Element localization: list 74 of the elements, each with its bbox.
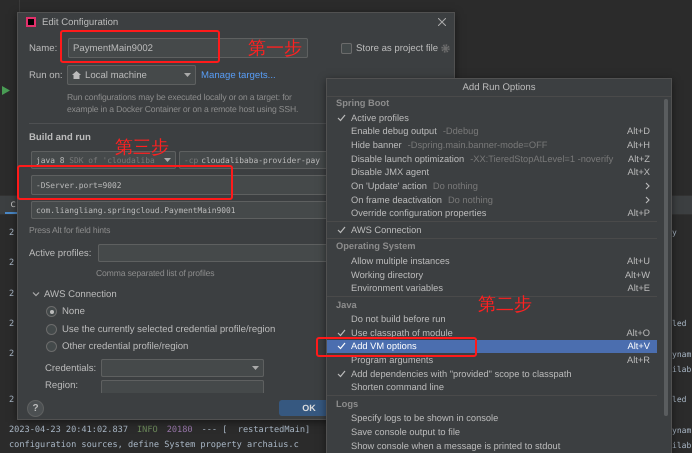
hint-text: Run configurations may be executed locally or on a target: for example in a Docker Container or on a remote host using SSH. <box>67 91 298 115</box>
radio-label: Other credential profile/region <box>62 341 188 352</box>
annotation-label: 第一步 <box>248 37 302 60</box>
log-text: led <box>672 319 688 328</box>
field-label: Run on: <box>29 70 64 80</box>
log-text: 20180 <box>166 425 193 436</box>
log-text: 2023-04-23 20:41:02.837 <box>9 425 128 436</box>
dropdown-caret-icon <box>252 366 259 370</box>
log-text: ynam <box>672 350 692 359</box>
field-label: Active profiles: <box>29 248 92 258</box>
menu-item[interactable]: Shorten command line <box>327 380 657 394</box>
field-label: Region: <box>45 380 80 391</box>
group-header: Java <box>335 298 357 312</box>
checkbox-label: Store as project file <box>356 42 438 54</box>
log-text: 2 <box>9 228 14 238</box>
menu-item[interactable]: Show console when a message is printed to stdout <box>327 438 657 452</box>
radio-button[interactable] <box>46 324 57 335</box>
log-text: 2 <box>9 318 14 329</box>
dropdown-value: Local machine <box>85 70 147 80</box>
hint-text: Press Alt for field hints <box>29 224 110 236</box>
menu-item[interactable]: On frame deactivation Do nothing <box>327 192 657 206</box>
menu-item[interactable]: Environment variables Alt+E <box>327 282 657 296</box>
menu-item[interactable]: Active profiles <box>327 110 657 124</box>
dropdown-caret-icon <box>164 158 171 162</box>
dropdown-caret-icon <box>184 73 191 77</box>
group-header: Spring Boot <box>335 97 390 110</box>
hint-text: Comma separated list of profiles <box>96 267 214 279</box>
radio-label: None <box>62 306 85 318</box>
close-icon[interactable] <box>438 18 446 26</box>
group-title: AWS Connection <box>44 288 117 300</box>
log-text: INFO <box>137 425 158 436</box>
field-label: Credentials: <box>45 362 98 374</box>
menu-item[interactable]: Save console output to file <box>327 425 657 439</box>
radio-button[interactable] <box>46 341 57 352</box>
log-text: y <box>672 228 678 238</box>
active-profiles-field[interactable] <box>98 244 328 262</box>
log-text: 2 <box>9 349 14 360</box>
log-text: ynam <box>672 426 692 435</box>
log-text: 2 <box>9 258 14 268</box>
gear-icon[interactable] <box>441 44 450 52</box>
menu-item[interactable]: Enable debug output -Ddebug Alt+D <box>327 124 657 138</box>
log-text: --- [ restartedMain] <box>202 425 310 436</box>
log-text: ilab <box>672 364 692 374</box>
menu-item[interactable]: Override configuration properties Alt+P <box>327 206 657 220</box>
menu-item[interactable]: Add dependencies with "provided" scope to classpath <box>327 366 657 381</box>
radio-button[interactable] <box>46 306 57 318</box>
window-title: Edit Configuration <box>42 16 120 28</box>
popup-title: Add Run Options <box>327 79 671 97</box>
menu-item[interactable]: On 'Update' action Do nothing <box>327 179 657 193</box>
menu-item[interactable]: Add VM options Alt+V <box>327 340 657 354</box>
menu-item[interactable]: AWS Connection <box>327 223 657 238</box>
chevron-icon[interactable] <box>32 290 40 298</box>
credentials-dropdown[interactable] <box>101 359 264 377</box>
log-text: configuration sources, define System property archaius.c <box>9 440 299 450</box>
log-text: 2 <box>9 394 14 405</box>
run-on-dropdown[interactable]: Local machine <box>67 65 196 85</box>
app-icon <box>26 17 36 27</box>
checkbox[interactable] <box>341 42 352 54</box>
log-text: ilab <box>672 440 692 450</box>
radio-label: Use the currently selected credential profile/region <box>62 324 276 335</box>
menu-item[interactable]: Allow multiple instances Alt+U <box>327 254 657 268</box>
help-button[interactable]: ? <box>27 400 44 416</box>
log-text: led <box>672 395 688 404</box>
menu-item[interactable]: Working directory Alt+W <box>327 268 657 282</box>
menu-item[interactable]: Use classpath of module Alt+O <box>327 326 657 340</box>
menu-item[interactable]: Program arguments Alt+R <box>327 353 657 367</box>
manage-targets-link[interactable]: Manage targets... <box>201 70 276 80</box>
group-header: Operating System <box>335 240 416 254</box>
log-text: 2 <box>9 288 14 299</box>
field-label: Name: <box>29 42 58 54</box>
home-icon <box>72 71 81 79</box>
menu-item[interactable]: Hide banner -Dspring.main.banner-mode=OFF Alt+H <box>327 138 657 152</box>
run-icon[interactable] <box>2 86 10 95</box>
region-dropdown[interactable] <box>101 380 264 393</box>
